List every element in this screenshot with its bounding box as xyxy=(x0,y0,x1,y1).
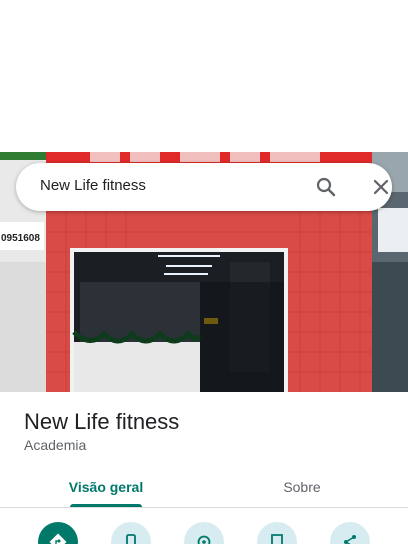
share-button[interactable] xyxy=(330,522,370,544)
location-icon xyxy=(197,535,211,544)
directions-icon xyxy=(49,533,67,544)
share-icon xyxy=(344,535,356,544)
place-title: New Life fitness xyxy=(24,409,180,434)
phone-icon xyxy=(126,534,136,544)
search-input[interactable]: New Life fitness xyxy=(40,177,146,194)
save-button[interactable] xyxy=(257,522,297,544)
call-button[interactable] xyxy=(111,522,151,544)
tab-overview[interactable]: Visão geral xyxy=(44,466,168,508)
save-icon xyxy=(271,534,283,544)
close-icon[interactable] xyxy=(369,175,393,199)
location-button[interactable] xyxy=(184,522,224,544)
search-bar[interactable]: New Life fitness xyxy=(16,163,392,211)
tab-about[interactable]: Sobre xyxy=(240,466,364,508)
sign-phone-text: 0951608 xyxy=(1,233,40,244)
directions-button[interactable] xyxy=(38,522,78,544)
search-icon[interactable] xyxy=(314,175,338,199)
active-tab-indicator xyxy=(70,504,142,507)
tab-bar: Visão geral Sobre xyxy=(0,466,408,508)
action-row xyxy=(0,522,408,544)
place-category: Academia xyxy=(24,437,87,453)
